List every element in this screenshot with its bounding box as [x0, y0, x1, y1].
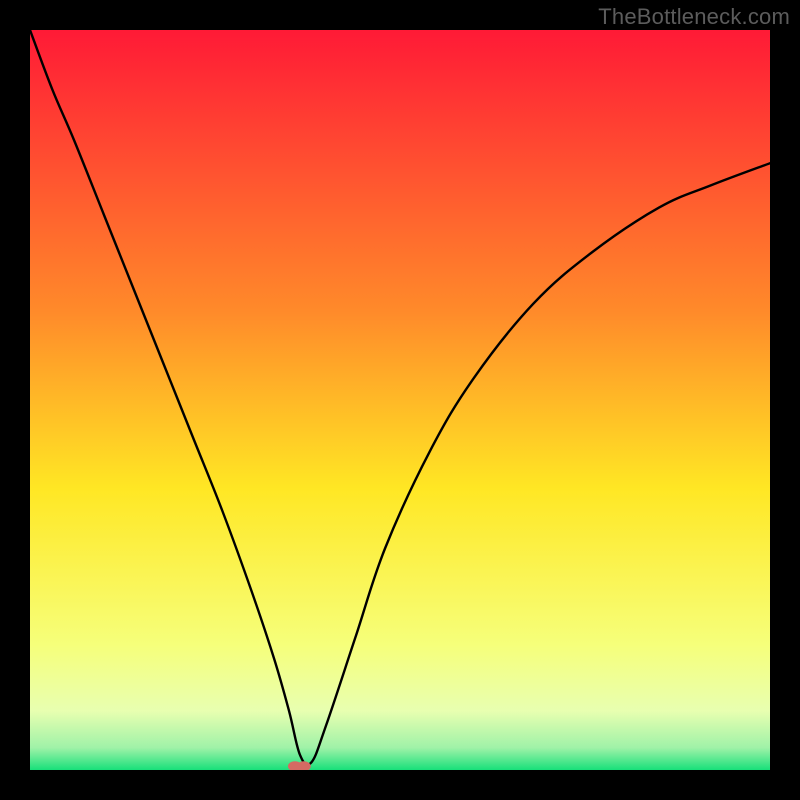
optimum-marker-group — [288, 761, 311, 770]
bottleneck-chart — [30, 30, 770, 770]
gradient-background — [30, 30, 770, 770]
chart-frame: TheBottleneck.com — [0, 0, 800, 800]
watermark-text: TheBottleneck.com — [598, 4, 790, 30]
